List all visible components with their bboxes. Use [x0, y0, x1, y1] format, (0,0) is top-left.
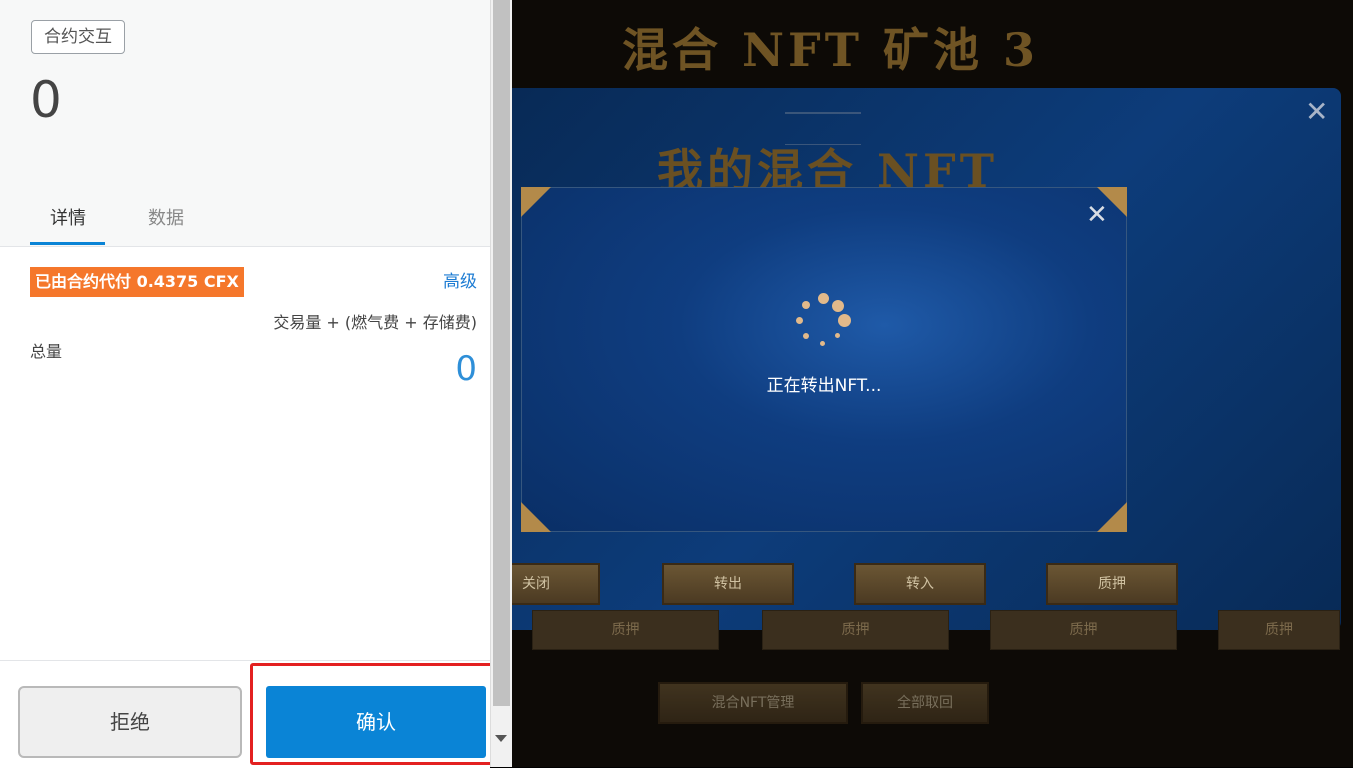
- active-tab-indicator: [30, 242, 105, 245]
- transaction-amount: 0: [30, 71, 62, 129]
- stake-button-faint[interactable]: 质押: [762, 610, 949, 650]
- spinner-dot: [818, 293, 829, 304]
- corner-ornament: [521, 187, 551, 217]
- total-value: 0: [455, 349, 477, 389]
- scroll-down-arrow-icon[interactable]: [495, 735, 507, 742]
- panel-close-icon[interactable]: ✕: [1305, 96, 1328, 128]
- loading-message: 正在转出NFT...: [766, 376, 882, 396]
- game-title: 混合 NFT 矿池 3: [622, 23, 1039, 77]
- total-label: 总量: [30, 342, 63, 361]
- spinner-dot: [820, 341, 825, 346]
- stake-button-faint[interactable]: 质押: [990, 610, 1177, 650]
- scroll-thumb[interactable]: [493, 0, 510, 706]
- transfer-out-button[interactable]: 转出: [662, 563, 794, 605]
- tab-data[interactable]: 数据: [148, 205, 184, 233]
- confirm-button[interactable]: 确认: [266, 686, 486, 758]
- spinner-dot: [835, 333, 840, 338]
- spinner-dot: [803, 333, 809, 339]
- wallet-scrollbar[interactable]: [490, 0, 513, 767]
- fee-formula: 交易量 + (燃气费 + 存储费): [273, 313, 477, 332]
- stake-button-faint[interactable]: 质押: [1218, 610, 1340, 650]
- wallet-header: 合约交互 0 详情 数据: [0, 0, 490, 247]
- transfer-in-button[interactable]: 转入: [854, 563, 986, 605]
- advanced-link[interactable]: 高级: [443, 270, 477, 294]
- spinner-dot: [796, 317, 803, 324]
- loading-spinner-icon: [794, 293, 854, 353]
- withdraw-all-button[interactable]: 全部取回: [861, 682, 989, 724]
- spinner-dot: [802, 301, 810, 309]
- close-button[interactable]: 关闭: [512, 563, 600, 605]
- reject-button[interactable]: 拒绝: [18, 686, 242, 758]
- manage-nft-button[interactable]: 混合NFT管理: [658, 682, 848, 724]
- corner-ornament: [521, 502, 551, 532]
- sponsor-badge: 已由合约代付 0.4375 CFX: [30, 267, 244, 297]
- spinner-dot: [832, 300, 844, 312]
- modal-close-icon[interactable]: ✕: [1086, 200, 1108, 230]
- stake-button-faint[interactable]: 质押: [532, 610, 719, 650]
- contract-interaction-tag: 合约交互: [31, 20, 125, 54]
- stake-button[interactable]: 质押: [1046, 563, 1178, 605]
- spinner-dot: [838, 314, 851, 327]
- tab-details[interactable]: 详情: [50, 205, 86, 233]
- wallet-confirm-panel: 合约交互 0 详情 数据 已由合约代付 0.4375 CFX 高级 交易量 + …: [0, 0, 493, 768]
- wallet-footer: 拒绝 确认: [0, 660, 490, 768]
- corner-ornament: [1097, 502, 1127, 532]
- loading-modal: ✕ 正在转出NFT...: [521, 187, 1127, 532]
